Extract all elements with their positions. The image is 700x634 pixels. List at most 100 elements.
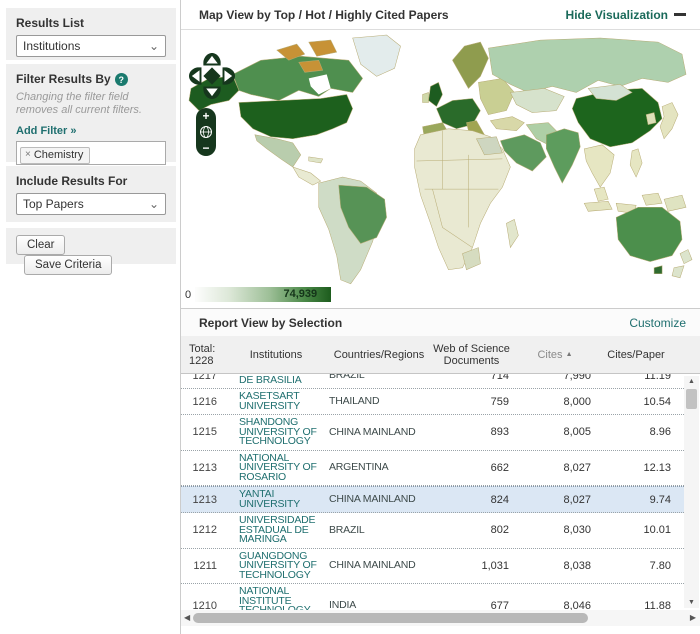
rank-cell: 1213: [192, 461, 217, 474]
zoom-out-button[interactable]: −: [202, 142, 209, 154]
country-cell: CHINA MAINLAND: [329, 559, 416, 571]
filter-label: Filter Results By?: [16, 72, 166, 87]
map-region-australia[interactable]: [615, 207, 683, 262]
col-countries[interactable]: Countries/Regions: [329, 349, 429, 361]
map-region-japan[interactable]: [659, 102, 679, 140]
help-icon[interactable]: ?: [114, 73, 128, 87]
scroll-left-icon[interactable]: ◀: [184, 613, 190, 622]
table-row-selected[interactable]: 1213 YANTAI UNIVERSITY CHINA MAINLAND 82…: [181, 486, 686, 513]
map-region-new-guinea[interactable]: [663, 194, 687, 212]
institution-link[interactable]: UNIVERSIDADE ESTADUAL DE MARINGA: [223, 515, 329, 545]
docs-cell: 824: [490, 493, 509, 506]
rank-cell: 1211: [193, 559, 217, 572]
map-region-indonesia[interactable]: [583, 200, 613, 212]
table-row[interactable]: 1216 KASETSART UNIVERSITY THAILAND 759 8…: [181, 389, 686, 415]
map-region-philippines[interactable]: [629, 148, 643, 178]
institution-link[interactable]: GUANGDONG UNIVERSITY OF TECHNOLOGY: [223, 550, 329, 581]
map-region-new-zealand[interactable]: [679, 249, 693, 265]
country-cell: THAILAND: [329, 394, 380, 407]
report-bar: Report View by Selection Customize: [181, 308, 700, 336]
map-region-uk[interactable]: [428, 82, 443, 107]
vertical-scroll-thumb[interactable]: [686, 389, 697, 409]
map-region-greenland[interactable]: [352, 34, 401, 77]
map-region-turkey[interactable]: [489, 116, 525, 131]
map-region-arctic-islands[interactable]: [308, 39, 338, 57]
table-row[interactable]: 1217 UNIVERSIDADE DE BRASILIA BRAZIL 714…: [181, 374, 686, 389]
customize-link[interactable]: Customize: [629, 316, 686, 330]
scroll-up-icon[interactable]: ▲: [684, 378, 699, 385]
docs-cell: 662: [490, 461, 509, 474]
cites-per-paper-cell: 10.54: [643, 395, 671, 408]
map-zoom-control[interactable]: + −: [196, 108, 216, 156]
map-region-indonesia[interactable]: [641, 192, 663, 206]
rank-cell: 1213: [192, 493, 217, 506]
map-region-usa[interactable]: [238, 94, 353, 140]
col-cites-per-paper[interactable]: Cites/Paper: [596, 349, 676, 361]
filter-chip-chemistry[interactable]: × Chemistry: [20, 146, 91, 164]
map-region-central-america[interactable]: [292, 166, 322, 186]
map-region-southeast-asia[interactable]: [593, 186, 609, 202]
map-legend: 0 74,939: [185, 287, 332, 302]
table-row[interactable]: 1212 UNIVERSIDADE ESTADUAL DE MARINGA BR…: [181, 513, 686, 549]
institution-link[interactable]: NATIONAL INSTITUTE TECHNOLOGY TIRUCHIRAP…: [223, 586, 329, 610]
institution-link[interactable]: KASETSART UNIVERSITY: [223, 391, 329, 411]
remove-chip-icon[interactable]: ×: [25, 149, 31, 160]
scroll-down-icon[interactable]: ▼: [684, 599, 699, 606]
table-row[interactable]: 1210 NATIONAL INSTITUTE TECHNOLOGY TIRUC…: [181, 584, 686, 610]
table-row[interactable]: 1213 NATIONAL UNIVERSITY OF ROSARIO ARGE…: [181, 450, 686, 486]
table-row[interactable]: 1215 SHANDONG UNIVERSITY OF TECHNOLOGY C…: [181, 415, 686, 451]
institution-link[interactable]: UNIVERSIDADE DE BRASILIA: [223, 374, 329, 385]
hide-visualization-label: Hide Visualization: [565, 7, 668, 22]
main-content: Map View by Top / Hot / Highly Cited Pap…: [180, 0, 700, 634]
col-institutions[interactable]: Institutions: [223, 349, 329, 361]
institution-link[interactable]: YANTAI UNIVERSITY: [223, 489, 329, 509]
scroll-right-icon[interactable]: ▶: [690, 613, 696, 622]
filter-note: Changing the filter field removes all cu…: [16, 91, 142, 117]
map-region-korea[interactable]: [645, 112, 657, 125]
cites-per-paper-cell: 10.01: [643, 524, 671, 537]
include-results-value: Top Papers: [23, 197, 84, 211]
map-region-caribbean[interactable]: [308, 156, 324, 164]
filter-input[interactable]: × Chemistry: [16, 141, 166, 166]
hide-visualization-link[interactable]: Hide Visualization: [566, 8, 686, 22]
cites-per-paper-cell: 11.88: [644, 600, 671, 610]
legend-gradient-bar: 74,939: [195, 287, 332, 302]
table-row[interactable]: 1211 GUANGDONG UNIVERSITY OF TECHNOLOGY …: [181, 548, 686, 584]
map-region-southeast-asia[interactable]: [583, 144, 615, 188]
map-region-tasmania[interactable]: [653, 265, 663, 275]
map-region-canada[interactable]: [232, 55, 363, 101]
include-results-select[interactable]: Top Papers ⌄: [16, 193, 166, 215]
map-region-india[interactable]: [546, 128, 581, 184]
rank-cell: 1215: [192, 426, 217, 439]
col-cites-sorted[interactable]: Cites ▲: [514, 349, 596, 361]
map-region-mexico[interactable]: [254, 134, 302, 168]
table-header: Total: 1228 Institutions Countries/Regio…: [181, 336, 700, 374]
zoom-in-button[interactable]: +: [202, 110, 209, 122]
save-criteria-button[interactable]: Save Criteria: [24, 255, 113, 275]
country-cell: ARGENTINA: [329, 461, 389, 473]
map-region-ireland[interactable]: [422, 92, 429, 103]
horizontal-scrollbar[interactable]: ◀ ▶: [181, 610, 700, 626]
results-list-panel: Results List Institutions ⌄: [6, 8, 176, 60]
horizontal-scroll-thumb[interactable]: [193, 613, 588, 623]
institution-link[interactable]: NATIONAL UNIVERSITY OF ROSARIO: [223, 452, 329, 483]
country-cell: INDIA: [329, 599, 357, 610]
country-cell: CHINA MAINLAND: [329, 425, 416, 438]
vertical-scrollbar[interactable]: ▲ ▼: [684, 376, 699, 608]
institution-link[interactable]: SHANDONG UNIVERSITY OF TECHNOLOGY: [223, 417, 329, 447]
map-region-new-zealand[interactable]: [671, 265, 685, 279]
chevron-down-icon: ⌄: [148, 39, 159, 53]
cites-cell: 7,990: [563, 374, 591, 382]
map-region-madagascar[interactable]: [506, 218, 519, 249]
col-wos-documents[interactable]: Web of Science Documents: [429, 343, 514, 367]
docs-cell: 759: [490, 395, 509, 408]
clear-button[interactable]: Clear: [16, 235, 66, 255]
add-filter-link[interactable]: Add Filter »: [16, 125, 77, 137]
actions-panel: Clear Save Criteria: [6, 228, 176, 275]
cites-cell: 8,000: [563, 395, 591, 408]
map-region-kazakhstan[interactable]: [509, 88, 565, 113]
map-pan-control[interactable]: [189, 52, 235, 100]
cites-per-paper-cell: 8.96: [649, 426, 671, 439]
results-list-select[interactable]: Institutions ⌄: [16, 35, 166, 57]
map-region-russia[interactable]: [488, 37, 687, 93]
